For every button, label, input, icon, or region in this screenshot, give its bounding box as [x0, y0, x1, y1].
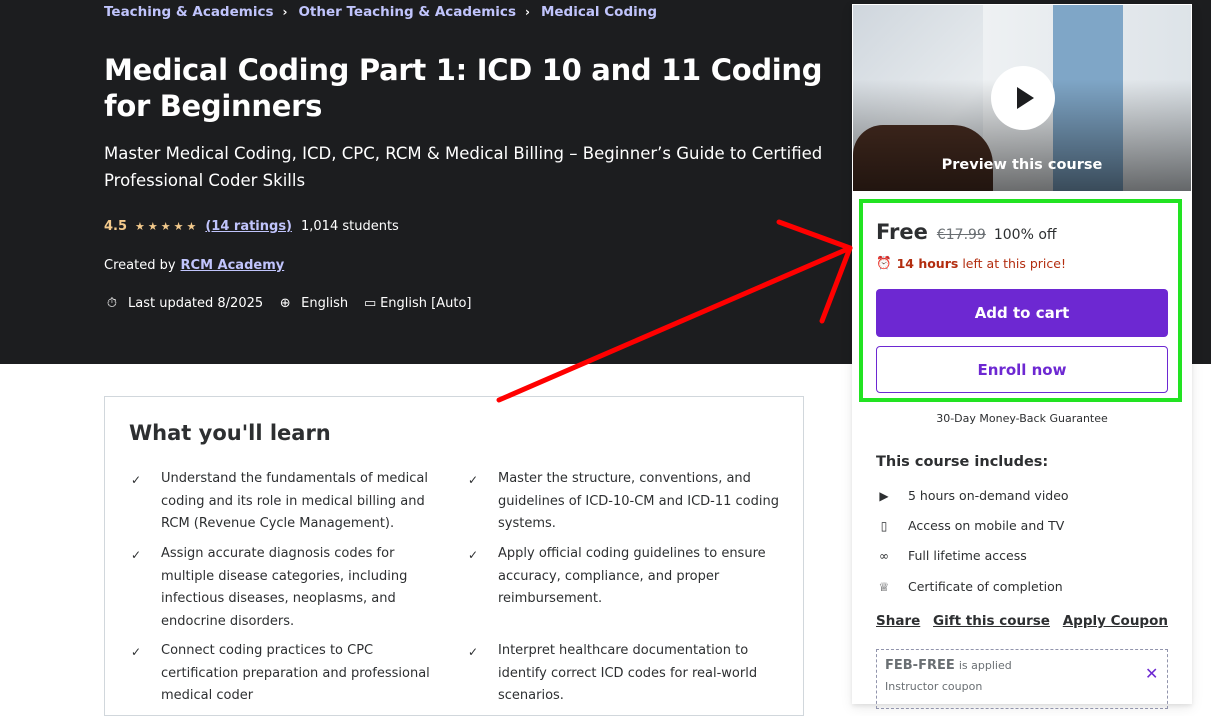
include-label: Certificate of completion — [908, 579, 1063, 594]
close-icon[interactable]: ✕ — [1145, 664, 1158, 683]
chevron-right-icon: › — [282, 5, 288, 19]
annotation-highlight-box — [859, 199, 1182, 402]
include-item: ▯ Access on mobile and TV — [876, 518, 1065, 533]
rating-value: 4.5 — [104, 219, 128, 234]
captions: ▭ English [Auto] — [362, 296, 472, 311]
rating-row: 4.5 ★★★★★ (14 ratings) 1,014 students — [104, 219, 399, 234]
breadcrumb-medical-coding[interactable]: Medical Coding — [541, 4, 657, 20]
gift-course-button[interactable]: Gift this course — [933, 613, 1050, 629]
check-icon: ✓ — [131, 473, 142, 487]
coupon-applied-text: is applied — [958, 659, 1012, 672]
globe-icon: ⊕ — [279, 296, 291, 311]
breadcrumb-teaching-academics[interactable]: Teaching & Academics — [104, 4, 273, 20]
chevron-right-icon: › — [524, 5, 530, 19]
applied-coupon: FEB-FREE is applied Instructor coupon ✕ — [876, 649, 1168, 709]
learn-item: Connect coding practices to CPC certific… — [161, 643, 430, 703]
include-item: ▶ 5 hours on-demand video — [876, 488, 1069, 503]
language: ⊕ English — [277, 296, 348, 311]
created-by-label: Created by — [104, 258, 176, 273]
course-subtitle: Master Medical Coding, ICD, CPC, RCM & M… — [104, 144, 823, 190]
apply-coupon-button[interactable]: Apply Coupon — [1063, 613, 1168, 629]
last-updated: ⏱ Last updated 8/2025 — [104, 296, 263, 311]
students-count: 1,014 students — [301, 219, 399, 234]
course-meta: ⏱ Last updated 8/2025 ⊕ English ▭ Englis… — [104, 296, 486, 311]
learn-item: Interpret healthcare documentation to id… — [498, 643, 758, 703]
created-by: Created by RCM Academy — [104, 258, 284, 273]
includes-title: This course includes: — [876, 454, 1049, 470]
learn-item: Apply official coding guidelines to ensu… — [498, 546, 766, 606]
star-rating-icon: ★★★★★ — [135, 220, 200, 233]
what-you-will-learn: What you'll learn ✓ Understand the funda… — [104, 396, 804, 716]
check-icon: ✓ — [468, 645, 479, 659]
mobile-icon: ▯ — [880, 518, 888, 533]
check-icon: ✓ — [468, 548, 479, 562]
alert-clock-icon: ⏱ — [106, 296, 118, 311]
language-text: English — [301, 296, 349, 311]
last-updated-text: Last updated 8/2025 — [128, 296, 264, 311]
check-icon: ✓ — [131, 645, 142, 659]
share-button[interactable]: Share — [876, 613, 920, 629]
include-label: 5 hours on-demand video — [908, 488, 1069, 503]
captions-icon: ▭ — [363, 296, 377, 311]
include-item: ∞ Full lifetime access — [876, 548, 1027, 563]
preview-label[interactable]: Preview this course — [853, 157, 1191, 173]
include-item: ♕ Certificate of completion — [876, 579, 1063, 594]
check-icon: ✓ — [131, 548, 142, 562]
play-icon[interactable] — [991, 66, 1055, 130]
coupon-type: Instructor coupon — [885, 680, 983, 693]
include-label: Full lifetime access — [908, 548, 1027, 563]
infinity-icon: ∞ — [879, 548, 889, 563]
learn-item: Understand the fundamentals of medical c… — [161, 471, 428, 531]
coupon-code: FEB-FREE — [885, 658, 955, 673]
captions-text: English [Auto] — [380, 296, 472, 311]
video-icon: ▶ — [879, 488, 889, 503]
course-preview[interactable]: Preview this course — [853, 5, 1191, 191]
course-title: Medical Coding Part 1: ICD 10 and 11 Cod… — [104, 53, 823, 123]
learn-title: What you'll learn — [129, 421, 331, 445]
sidebar-links: Share Gift this course Apply Coupon — [876, 613, 1168, 629]
learn-item: Assign accurate diagnosis codes for mult… — [161, 546, 408, 629]
coupon-code-line: FEB-FREE is applied — [885, 658, 1012, 673]
instructor-link[interactable]: RCM Academy — [181, 258, 285, 273]
include-label: Access on mobile and TV — [908, 518, 1065, 533]
trophy-icon: ♕ — [878, 579, 890, 594]
check-icon: ✓ — [468, 473, 479, 487]
breadcrumb: Teaching & Academics › Other Teaching & … — [104, 4, 657, 20]
learn-item: Master the structure, conventions, and g… — [498, 471, 779, 531]
money-back-guarantee: 30-Day Money-Back Guarantee — [936, 412, 1108, 425]
ratings-link[interactable]: (14 ratings) — [205, 219, 292, 234]
breadcrumb-other-teaching[interactable]: Other Teaching & Academics — [298, 4, 516, 20]
